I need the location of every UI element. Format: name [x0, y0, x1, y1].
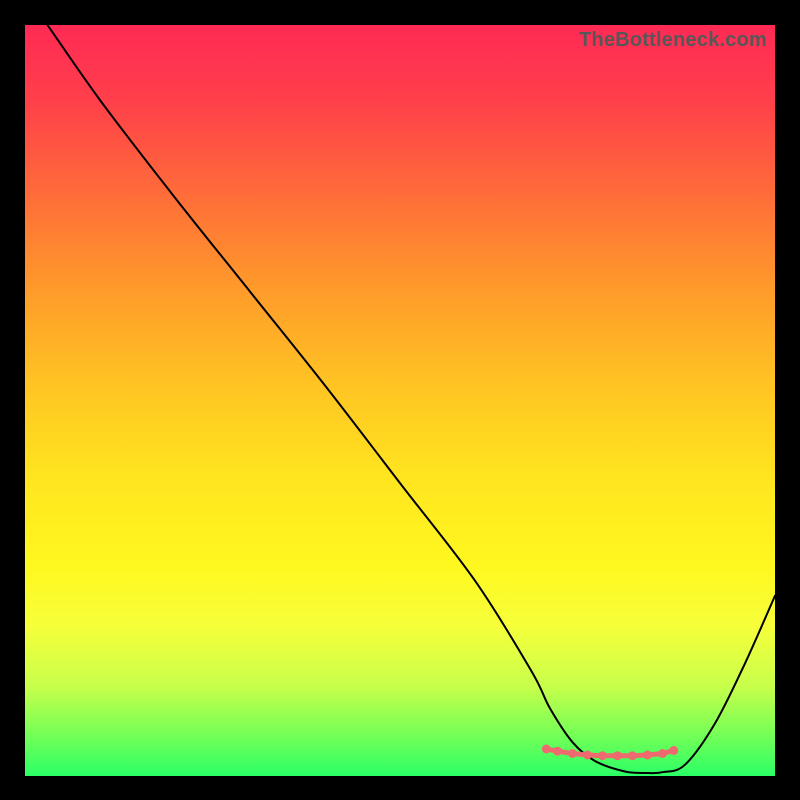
- marker-dot: [542, 745, 551, 754]
- marker-dot: [643, 751, 652, 760]
- marker-dot: [553, 747, 562, 756]
- curve-layer: [25, 25, 775, 776]
- marker-dot: [568, 749, 577, 758]
- watermark-text: TheBottleneck.com: [579, 29, 767, 52]
- marker-dot: [669, 746, 678, 755]
- plot-area: TheBottleneck.com: [25, 25, 775, 776]
- chart-frame: TheBottleneck.com: [0, 0, 800, 800]
- marker-dot: [628, 751, 637, 760]
- marker-dot: [613, 751, 622, 760]
- marker-dot: [583, 751, 592, 760]
- optimal-range-markers: [542, 745, 679, 761]
- marker-dot: [598, 751, 607, 760]
- marker-connector: [546, 749, 674, 756]
- marker-dot: [658, 749, 667, 758]
- bottleneck-curve: [48, 25, 776, 773]
